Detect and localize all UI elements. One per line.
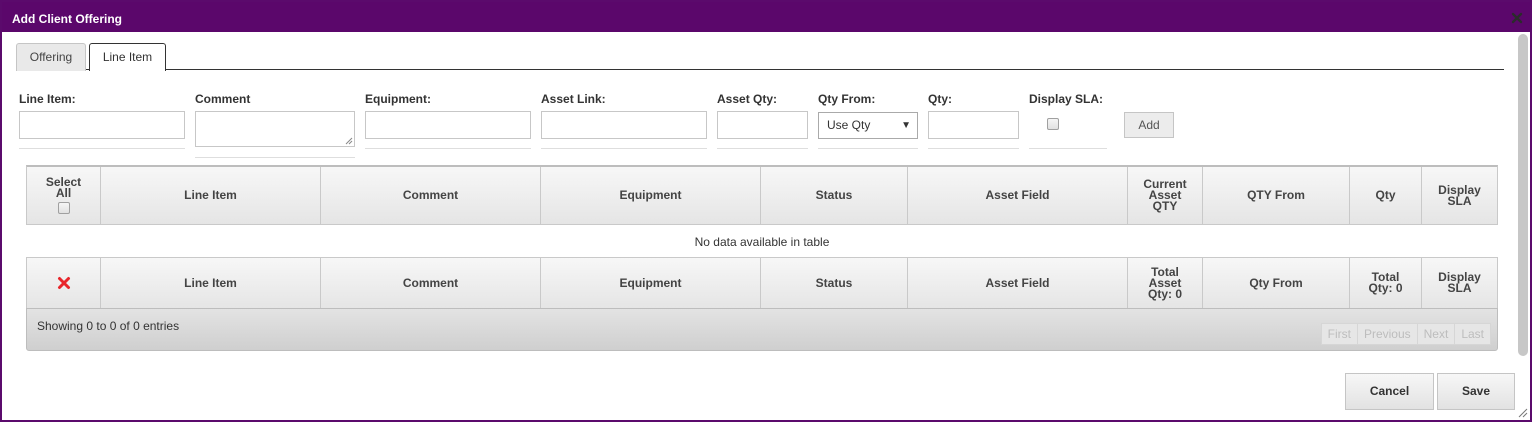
tab-strip: Offering Line Item	[16, 42, 1504, 71]
column-header-asset-field[interactable]: Asset Field	[908, 167, 1128, 224]
equipment-input[interactable]	[365, 111, 531, 139]
pager-last[interactable]: Last	[1455, 324, 1490, 344]
qty-from-selected: Use Qty	[827, 118, 871, 132]
asset-link-label: Asset Link:	[541, 92, 606, 106]
column-header-status[interactable]: Status	[761, 167, 908, 224]
tab-line-item[interactable]: Line Item	[89, 43, 166, 71]
comment-textarea[interactable]	[195, 111, 355, 147]
table-info: Showing 0 to 0 of 0 entries	[37, 319, 180, 333]
delete-selected-cell	[27, 258, 101, 308]
table-header-row: Select All Line Item Comment Equipment S…	[26, 165, 1498, 225]
footer-line-item: Line Item	[101, 258, 321, 308]
footer-asset-field: Asset Field	[908, 258, 1128, 308]
add-client-offering-dialog: Add Client Offering Offering Line Item L…	[0, 0, 1532, 422]
field-divider	[818, 148, 918, 149]
cancel-button[interactable]: Cancel	[1345, 373, 1434, 410]
field-divider	[19, 148, 185, 149]
column-header-display-sla[interactable]: Display SLA	[1422, 167, 1497, 224]
comment-label: Comment	[195, 92, 251, 106]
qty-from-select[interactable]: Use Qty ▼	[818, 112, 918, 139]
display-sla-label: Display SLA:	[1029, 92, 1104, 106]
asset-qty-input[interactable]	[717, 111, 808, 139]
qty-label: Qty:	[928, 92, 952, 106]
tab-offering[interactable]: Offering	[16, 43, 86, 71]
field-divider	[365, 148, 531, 149]
dialog-scrollbar[interactable]	[1518, 34, 1528, 356]
pager: First Previous Next Last	[1320, 323, 1491, 345]
add-button[interactable]: Add	[1124, 112, 1174, 138]
close-icon[interactable]	[1510, 11, 1524, 25]
select-all-checkbox[interactable]	[57, 202, 70, 214]
pager-previous[interactable]: Previous	[1358, 324, 1418, 344]
resize-grip-icon[interactable]	[345, 137, 353, 145]
column-header-line-item[interactable]: Line Item	[101, 167, 321, 224]
line-item-input[interactable]	[19, 111, 185, 139]
asset-link-input[interactable]	[541, 111, 707, 139]
footer-comment: Comment	[321, 258, 541, 308]
field-divider	[717, 148, 808, 149]
field-divider	[928, 148, 1019, 149]
table-footer-row: Line Item Comment Equipment Status Asset…	[26, 257, 1498, 309]
footer-qty-from: Qty From	[1203, 258, 1350, 308]
footer-status: Status	[761, 258, 908, 308]
qty-input[interactable]	[928, 111, 1019, 139]
dropdown-arrow-icon: ▼	[901, 120, 911, 131]
delete-icon[interactable]	[57, 276, 71, 290]
column-header-current-asset-qty[interactable]: Current Asset QTY	[1128, 167, 1203, 224]
field-divider	[1029, 148, 1107, 149]
display-sla-checkbox[interactable]	[1047, 118, 1059, 130]
field-divider	[541, 148, 707, 149]
field-divider	[195, 157, 355, 158]
equipment-label: Equipment:	[365, 92, 431, 106]
footer-equipment: Equipment	[541, 258, 761, 308]
column-header-qty[interactable]: Qty	[1350, 167, 1422, 224]
qty-from-label: Qty From:	[818, 92, 876, 106]
save-button[interactable]: Save	[1437, 373, 1515, 410]
column-header-qty-from[interactable]: QTY From	[1203, 167, 1350, 224]
dialog-titlebar: Add Client Offering	[2, 2, 1530, 32]
resize-handle-icon[interactable]	[1516, 406, 1528, 418]
column-header-equipment[interactable]: Equipment	[541, 167, 761, 224]
footer-total-asset-qty: Total Asset Qty: 0	[1128, 258, 1203, 308]
footer-total-qty: Total Qty: 0	[1350, 258, 1422, 308]
select-all-header: Select All	[27, 167, 101, 224]
line-item-label: Line Item:	[19, 92, 76, 106]
table-pagination-bar: Showing 0 to 0 of 0 entries First Previo…	[26, 308, 1498, 351]
asset-qty-label: Asset Qty:	[717, 92, 778, 106]
dialog-title: Add Client Offering	[12, 12, 122, 26]
footer-display-sla: Display SLA	[1438, 270, 1481, 295]
select-all-label: Select All	[45, 175, 82, 200]
pager-next[interactable]: Next	[1418, 324, 1456, 344]
empty-table-message: No data available in table	[694, 235, 830, 249]
column-header-comment[interactable]: Comment	[321, 167, 541, 224]
pager-first[interactable]: First	[1322, 324, 1358, 344]
